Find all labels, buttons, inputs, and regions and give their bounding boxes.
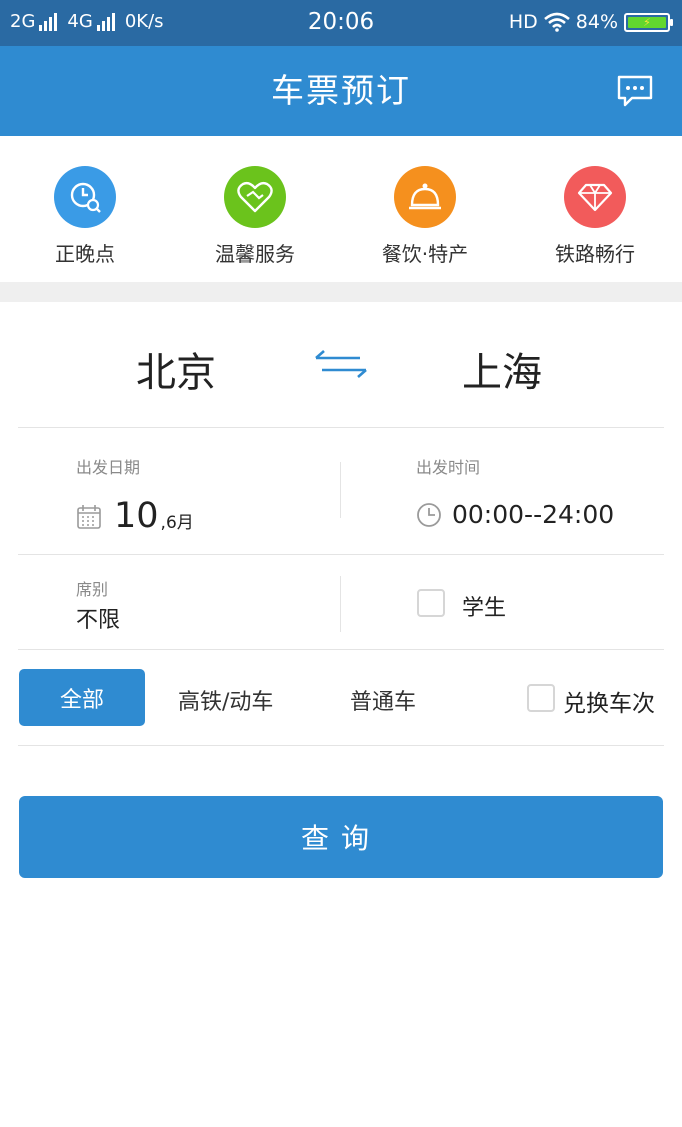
- depart-month: ,6月: [160, 513, 194, 533]
- quick-link-label: 餐饮·特产: [381, 242, 469, 266]
- clock-icon: [417, 502, 441, 527]
- quick-link-service[interactable]: 温馨服务: [170, 166, 340, 267]
- filter-high-speed-button[interactable]: 高铁/动车: [178, 684, 273, 716]
- depart-day: 10: [114, 496, 159, 536]
- quick-link-label: 温馨服务: [215, 242, 295, 266]
- wifi-icon: [543, 12, 570, 32]
- depart-time-value[interactable]: 00:00--24:00: [416, 500, 614, 529]
- diamond-icon: [564, 166, 626, 228]
- depart-date-value[interactable]: 10 ,6月: [76, 496, 194, 536]
- quick-links: 正晚点 温馨服务 餐饮·特产 铁路畅行: [0, 136, 682, 282]
- quick-link-railway[interactable]: 铁路畅行: [510, 166, 680, 267]
- status-bar: 2G 4G 0K/s 20:06 HD 84% ⚡: [0, 0, 682, 46]
- divider: [18, 554, 664, 555]
- divider: [18, 649, 664, 650]
- battery-icon: ⚡: [624, 12, 673, 32]
- calendar-icon: [77, 505, 101, 529]
- divider: [340, 576, 341, 632]
- swap-arrows-icon[interactable]: [312, 348, 370, 382]
- query-button[interactable]: 查询: [19, 796, 663, 878]
- filter-all-button[interactable]: 全部: [19, 669, 145, 726]
- divider: [18, 427, 664, 428]
- battery-percent: 84%: [575, 11, 618, 33]
- exchange-label: 兑换车次: [563, 691, 655, 717]
- message-icon[interactable]: [616, 74, 654, 108]
- quick-link-food[interactable]: 餐饮·特产: [340, 166, 510, 267]
- quick-link-label: 铁路畅行: [555, 242, 635, 266]
- food-cloche-icon: [394, 166, 456, 228]
- depart-date-label: 出发日期: [76, 458, 141, 477]
- clock-search-icon: [54, 166, 116, 228]
- hd-label: HD: [508, 11, 538, 33]
- to-city[interactable]: 上海: [462, 340, 542, 398]
- heart-handshake-icon: [224, 166, 286, 228]
- divider: [18, 745, 664, 746]
- quick-link-label: 正晚点: [55, 242, 115, 266]
- divider: [340, 462, 341, 518]
- route-selector: 北京 上海: [0, 302, 682, 428]
- section-divider: [0, 282, 682, 302]
- page-title: 车票预订: [271, 71, 411, 110]
- depart-time-range: 00:00--24:00: [452, 500, 615, 529]
- depart-time-label: 出发时间: [416, 458, 481, 477]
- filter-normal-button[interactable]: 普通车: [350, 684, 416, 716]
- student-checkbox[interactable]: [417, 589, 445, 617]
- student-label: 学生: [462, 596, 507, 621]
- from-city[interactable]: 北京: [136, 340, 216, 398]
- quick-link-delay[interactable]: 正晚点: [0, 166, 170, 267]
- exchange-checkbox[interactable]: [527, 684, 555, 712]
- seat-label: 席别: [76, 580, 109, 599]
- seat-value[interactable]: 不限: [76, 602, 120, 634]
- status-right: HD 84% ⚡: [508, 11, 673, 33]
- nav-bar: 车票预订: [0, 46, 682, 136]
